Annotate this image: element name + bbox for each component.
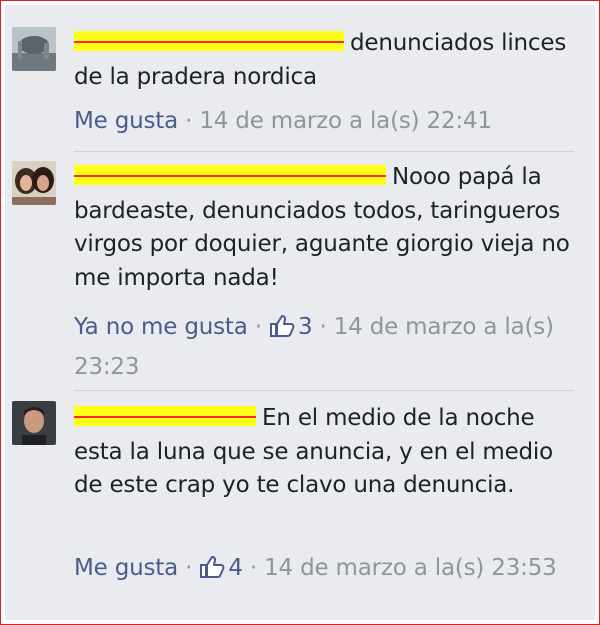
comment-meta: Me gusta · 4 · 14 de marzo a la(s) 23:53 [74,550,574,590]
comments-panel: denunciados linces de la pradera nordica… [5,5,595,620]
comment-text: denunciados linces de la pradera nordica [74,27,574,94]
unlike-link[interactable]: Ya no me gusta [74,314,248,340]
comment-text: Nooo papá la bardeaste, denunciados todo… [74,161,574,295]
redacted-author-name[interactable] [74,31,344,51]
thumbs-up-icon[interactable] [269,313,295,349]
screenshot-frame: denunciados linces de la pradera nordica… [0,0,600,625]
avatar[interactable] [12,401,56,445]
meta-separator: · [242,555,265,581]
comment-divider [74,151,574,152]
redacted-author-name[interactable] [74,406,256,426]
avatar[interactable] [12,27,56,71]
comment-divider [74,390,574,391]
like-count[interactable]: 4 [228,555,243,581]
timestamp[interactable]: 14 de marzo a la(s) 22:41 [199,108,492,134]
like-link[interactable]: Me gusta [74,555,178,581]
comment-meta: Ya no me gusta · 3 · 14 de marzo a la(s)… [74,309,574,385]
meta-separator: · [177,555,200,581]
like-count[interactable]: 3 [298,314,313,340]
meta-separator: · [247,314,269,340]
thumbs-up-icon[interactable] [199,554,225,590]
like-link[interactable]: Me gusta [74,108,178,134]
meta-separator: · [177,108,200,134]
avatar[interactable] [12,161,56,205]
meta-separator: · [312,314,334,340]
redacted-author-name[interactable] [74,165,386,185]
comment-meta: Me gusta · 14 de marzo a la(s) 22:41 [74,103,574,139]
comment-text: En el medio de la noche esta la luna que… [74,402,574,503]
timestamp[interactable]: 14 de marzo a la(s) 23:53 [264,555,557,581]
